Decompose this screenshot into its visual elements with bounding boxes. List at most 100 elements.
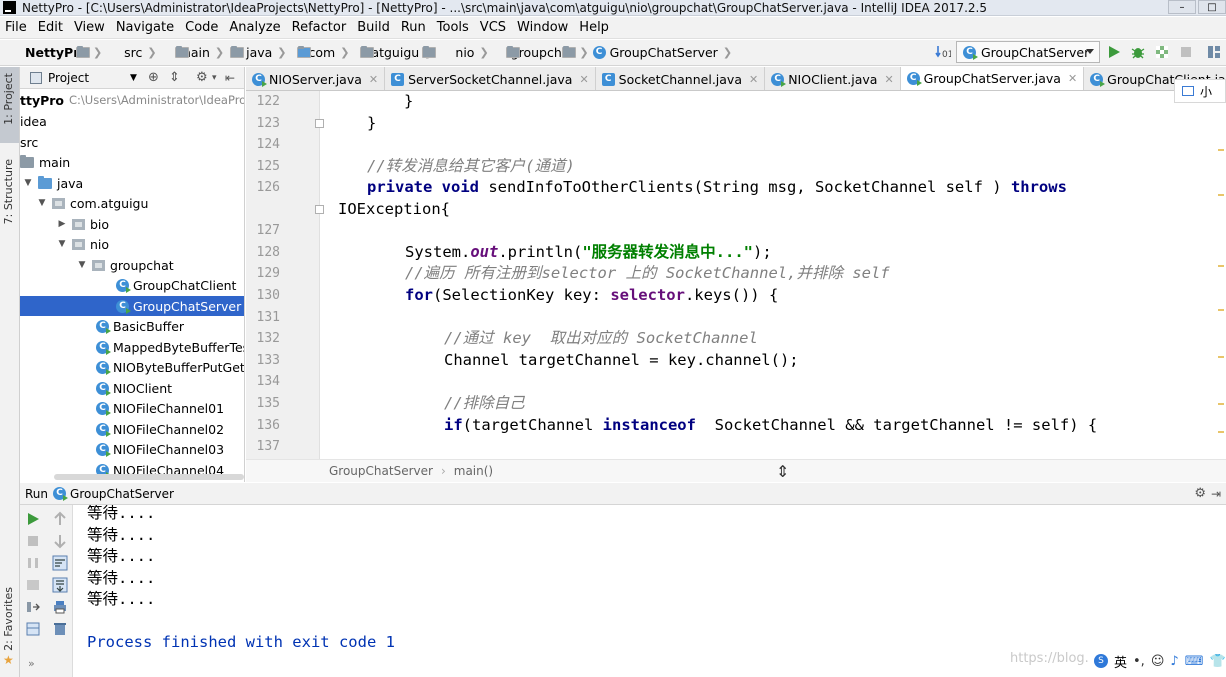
skin-icon[interactable]: 👕 <box>1209 654 1225 669</box>
menu-code[interactable]: Code <box>180 20 224 35</box>
editor-breadcrumb-class[interactable]: GroupChatServer <box>329 464 433 478</box>
menu-help[interactable]: Help <box>574 20 615 35</box>
layout-icon[interactable] <box>25 621 41 637</box>
coverage-icon[interactable] <box>1154 44 1170 60</box>
tree-item-main[interactable]: main <box>20 152 244 172</box>
debug-icon[interactable] <box>1130 44 1146 60</box>
gear-icon[interactable]: ⚙ <box>1194 486 1206 501</box>
trash-icon[interactable] <box>52 621 68 637</box>
collapse-icon[interactable]: ⇕ <box>169 70 180 85</box>
tree-item-basicbuffer[interactable]: C BasicBuffer <box>20 316 244 336</box>
tree-item-com-atguigu[interactable]: ▼ com.atguigu <box>20 193 244 213</box>
tree-item-niofilechannel03[interactable]: C NIOFileChannel03 <box>20 439 244 459</box>
ime-language[interactable]: 英 <box>1114 652 1127 671</box>
chevron-down-icon[interactable]: ▼ <box>36 198 48 208</box>
menu-run[interactable]: Run <box>396 20 432 35</box>
run-config-select[interactable]: C GroupChatServer <box>956 41 1100 63</box>
menu-file[interactable]: File <box>0 20 33 35</box>
breadcrumb-project[interactable]: NettyPro ❯ <box>7 45 106 60</box>
run-panel-config[interactable]: GroupChatServer <box>70 487 174 501</box>
close-icon[interactable]: ✕ <box>749 73 758 86</box>
keyboard-icon[interactable]: ⌨ <box>1185 654 1204 669</box>
tab-serversocketchannel[interactable]: C ServerSocketChannel.java ✕ <box>385 67 596 90</box>
mic-icon[interactable]: ♪ <box>1170 654 1178 669</box>
project-structure-icon[interactable] <box>1206 44 1222 60</box>
run-icon[interactable] <box>1106 44 1122 60</box>
tab-socketchannel[interactable]: C SocketChannel.java ✕ <box>596 67 766 90</box>
tree-item-niofilechannel01[interactable]: C NIOFileChannel01 <box>20 398 244 418</box>
tree-item-groupchatclient[interactable]: C GroupChatClient <box>20 275 244 295</box>
tree-item-nio[interactable]: ▼ nio <box>20 234 244 254</box>
up-arrow-icon[interactable] <box>52 511 68 527</box>
breadcrumb-main[interactable]: main ❯ <box>161 45 244 60</box>
emoji-icon[interactable]: ☺ <box>1151 654 1165 669</box>
tree-item-idea[interactable]: idea <box>20 111 244 131</box>
soft-wrap-icon[interactable] <box>52 555 68 571</box>
error-stripe[interactable] <box>1216 91 1226 459</box>
tree-item-niofilechannel02[interactable]: C NIOFileChannel02 <box>20 419 244 439</box>
print-icon[interactable] <box>52 599 68 615</box>
sync-icon[interactable]: ⊕ <box>148 70 159 85</box>
scroll-to-end-icon[interactable] <box>52 577 68 593</box>
down-arrow-icon[interactable] <box>52 533 68 549</box>
chevron-down-icon[interactable]: ▼ <box>130 73 137 83</box>
chevron-down-icon[interactable]: ▼ <box>22 178 34 188</box>
tab-favorites[interactable]: 2: Favorites <box>2 587 15 651</box>
close-icon[interactable]: ✕ <box>1068 72 1077 85</box>
menu-window[interactable]: Window <box>512 20 574 35</box>
rerun-icon[interactable] <box>25 511 41 527</box>
editor-breadcrumb-method[interactable]: main() <box>454 464 493 478</box>
tab-structure[interactable]: 7: Structure <box>2 159 15 224</box>
tree-item-nioclient[interactable]: C NIOClient <box>20 378 244 398</box>
project-panel-title[interactable]: Project <box>48 71 89 85</box>
menu-build[interactable]: Build <box>352 20 396 35</box>
restore-layout-icon[interactable] <box>25 599 41 615</box>
tab-groupchatserver[interactable]: C GroupChatServer.java ✕ <box>900 67 1085 90</box>
hide-panel-icon[interactable]: ⇤ <box>225 71 235 85</box>
pause-icon[interactable] <box>25 555 41 571</box>
tree-item-niobytebufferputget[interactable]: C NIOByteBufferPutGet <box>20 357 244 377</box>
code-area[interactable]: } } //转发消息给其它客户(通道) private void sendInf… <box>320 91 1226 459</box>
breadcrumb-nio[interactable]: nio ❯ <box>437 45 521 60</box>
more-icon[interactable]: » <box>28 657 35 670</box>
editor-tabs: C NIOServer.java ✕ C ServerSocketChannel.ja… <box>246 67 1226 91</box>
chevron-down-icon[interactable]: ▼ <box>76 260 88 270</box>
tab-project[interactable]: 1: Project <box>2 73 15 125</box>
tab-nioclient[interactable]: C NIOClient.java ✕ <box>765 67 901 90</box>
tree-item-groupchat[interactable]: ▼ groupchat <box>20 255 244 275</box>
hide-panel-icon[interactable]: ⇥ <box>1211 487 1221 501</box>
tree-root[interactable]: ttyPro C:\Users\Administrator\IdeaProje <box>20 90 244 110</box>
stop-icon[interactable] <box>1178 44 1194 60</box>
gear-menu-icon[interactable]: ▾ <box>212 73 217 83</box>
menu-analyze[interactable]: Analyze <box>224 20 286 35</box>
menu-vcs[interactable]: VCS <box>475 20 512 35</box>
breadcrumb-groupchatserver[interactable]: C GroupChatServer ❯ <box>592 45 736 60</box>
menu-view[interactable]: View <box>69 20 111 35</box>
tree-item-java[interactable]: ▼ java <box>20 173 244 193</box>
chevron-right-icon[interactable]: ▶ <box>56 219 68 229</box>
tree-item-bio[interactable]: ▶ bio <box>20 214 244 234</box>
breadcrumb-src[interactable]: src ❯ <box>106 45 190 60</box>
maximize-button[interactable]: □ <box>1198 0 1226 14</box>
close-icon[interactable]: ✕ <box>884 73 893 86</box>
tree-item-groupchatserver[interactable]: C GroupChatServer <box>20 296 244 316</box>
minimize-button[interactable]: – <box>1168 0 1196 14</box>
punctuation-icon[interactable]: •, <box>1133 654 1145 669</box>
tree-item-src[interactable]: src <box>20 132 244 152</box>
dump-threads-icon[interactable] <box>25 577 41 593</box>
chevron-down-icon[interactable]: ▼ <box>56 239 68 249</box>
close-icon[interactable]: ✕ <box>579 73 588 86</box>
tree-item-mappedbytebuffertest[interactable]: C MappedByteBufferTest <box>20 337 244 357</box>
stop-icon[interactable] <box>25 533 41 549</box>
menu-navigate[interactable]: Navigate <box>111 20 180 35</box>
menu-tools[interactable]: Tools <box>432 20 475 35</box>
close-icon[interactable]: ✕ <box>369 73 378 86</box>
project-horizontal-scrollbar[interactable] <box>54 474 244 480</box>
menu-edit[interactable]: Edit <box>33 20 69 35</box>
tab-nioserver[interactable]: C NIOServer.java ✕ <box>246 67 386 90</box>
gear-icon[interactable]: ⚙ <box>196 70 208 85</box>
build-arrow-icon[interactable]: 01 <box>935 44 951 60</box>
code-comment: //通过 key 取出对应的 SocketChannel <box>444 329 758 347</box>
menu-refactor[interactable]: Refactor <box>287 20 353 35</box>
notification-popup[interactable]: 小 <box>1174 79 1226 103</box>
